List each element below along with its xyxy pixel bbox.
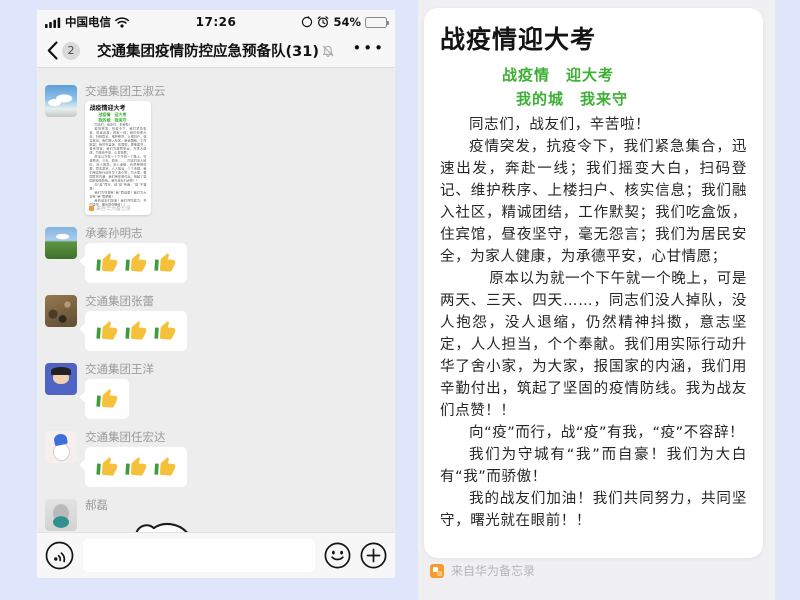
sender-name: 交通集团王淑云 (85, 85, 166, 98)
more-menu-button[interactable]: ••• (352, 43, 385, 59)
document-title: 战疫情迎大考 (440, 24, 747, 56)
paragraph: 原本以为就一个下午就一个晚上，可是两天、三天、四天……，同志们没人掉队，没人抱怨… (440, 268, 747, 422)
more-attachments-button[interactable] (360, 542, 387, 569)
mini-doc-title: 战疫情迎大考 (90, 105, 147, 113)
memo-app-icon (89, 206, 94, 211)
avatar-wangyang[interactable] (45, 363, 77, 395)
wechat-phone-screenshot: 中国电信 17:26 54% (37, 10, 395, 578)
memo-source-footer: 来自华为备忘录 (430, 562, 535, 579)
thumbs-up-icon (124, 455, 147, 478)
avatar-zhanglei[interactable] (45, 295, 77, 327)
battery-percent-label: 54% (333, 15, 361, 29)
sender-name: 交通集团张蕾 (85, 295, 154, 308)
thumbs-bubble (85, 311, 187, 351)
paragraph: 疫情突发，抗疫令下，我们紧急集合，迅速出发，奔赴一线；我们摇变大白，扫码登记、维… (440, 136, 747, 268)
avatar-sunmingzhi[interactable] (45, 227, 77, 259)
voice-message-button[interactable] (45, 541, 74, 570)
chat-input-bar (37, 532, 395, 578)
huawei-notes-icon (430, 564, 444, 578)
paragraph: 向“疫”而行，战“疫”有我，“疫”不容辞！ (440, 422, 747, 444)
thumbs-up-icon (153, 251, 176, 274)
message-row: 承秦孙明志 (45, 227, 387, 283)
battery-icon (365, 17, 387, 28)
sender-name: 交通集团王洋 (85, 363, 154, 376)
wifi-icon (115, 17, 129, 28)
shared-memo-image[interactable]: 战疫情迎大考 战疫情 迎大考 我的城 我来守 同志们，战友们，辛苦啦！ 疫情突发… (85, 101, 151, 215)
thumbs-up-icon (95, 251, 118, 274)
carrier-label: 中国电信 (65, 14, 111, 30)
paragraph: 同志们，战友们，辛苦啦！ (440, 114, 747, 136)
thumbs-up-icon (153, 455, 176, 478)
status-time: 17:26 (175, 15, 257, 29)
document-subtitle-1: 战疫情 迎大考 (440, 63, 747, 87)
message-row: 交通集团王洋 (45, 363, 387, 419)
back-button[interactable]: 2 (47, 41, 80, 60)
status-bar: 中国电信 17:26 54% (37, 10, 395, 34)
sender-name: 郝磊 (85, 499, 108, 512)
paragraph: 我的战友们加油！我们共同努力，共同坚守，曙光就在眼前！！ (440, 488, 747, 532)
unread-count-badge: 2 (62, 42, 80, 60)
thumbs-bubble (85, 379, 129, 419)
thumbs-bubble (85, 243, 187, 283)
avatar-haolei[interactable] (45, 499, 77, 531)
signal-strength-icon (45, 17, 61, 28)
chat-nav-bar: 2 交通集团疫情防控应急预备队(31) ••• (37, 34, 395, 68)
thumbs-up-icon (95, 455, 118, 478)
message-row: 交通集团任宏达 (45, 431, 387, 487)
memo-document: 战疫情迎大考 战疫情 迎大考 我的城 我来守 同志们，战友们，辛苦啦！ 疫情突发… (424, 8, 763, 558)
message-row: 交通集团张蕾 (45, 295, 387, 351)
document-body: 同志们，战友们，辛苦啦！ 疫情突发，抗疫令下，我们紧急集合，迅速出发，奔赴一线；… (440, 114, 747, 532)
chevron-left-icon (47, 41, 58, 60)
message-row: 郝磊 (45, 499, 387, 532)
thumbs-up-icon (95, 387, 118, 410)
thumbs-bubble (85, 447, 187, 487)
sender-name: 承秦孙明志 (85, 227, 143, 240)
thumbs-up-icon (124, 251, 147, 274)
paragraph: 我们为守城有“我”而自豪！我们为大白有“我”而骄傲！ (440, 444, 747, 488)
sender-name: 交通集团任宏达 (85, 431, 166, 444)
thumbs-up-icon (95, 319, 118, 342)
message-row: 交通集团王淑云 战疫情迎大考 战疫情 迎大考 我的城 我来守 同志们，战友们，辛… (45, 85, 387, 215)
alarm-icon (317, 16, 329, 28)
fist-sticker[interactable] (125, 517, 221, 532)
orientation-lock-icon (301, 16, 313, 28)
message-list: 交通集团王淑云 战疫情迎大考 战疫情 迎大考 我的城 我来守 同志们，战友们，辛… (37, 69, 395, 532)
memo-source-label: 来自华为备忘录 (451, 562, 535, 579)
avatar-wangshuyun[interactable] (45, 85, 77, 117)
memo-panel: 战疫情迎大考 战疫情 迎大考 我的城 我来守 同志们，战友们，辛苦啦！ 疫情突发… (418, 0, 775, 600)
chat-title: 交通集团疫情防控应急预备队(31) (85, 40, 347, 61)
emoji-button[interactable] (324, 542, 351, 569)
avatar-renhongda[interactable] (45, 431, 77, 463)
message-input[interactable] (83, 539, 315, 572)
document-subtitle-2: 我的城 我来守 (440, 87, 747, 111)
thumbs-up-icon (124, 319, 147, 342)
bell-muted-icon (321, 44, 335, 58)
thumbs-up-icon (153, 319, 176, 342)
